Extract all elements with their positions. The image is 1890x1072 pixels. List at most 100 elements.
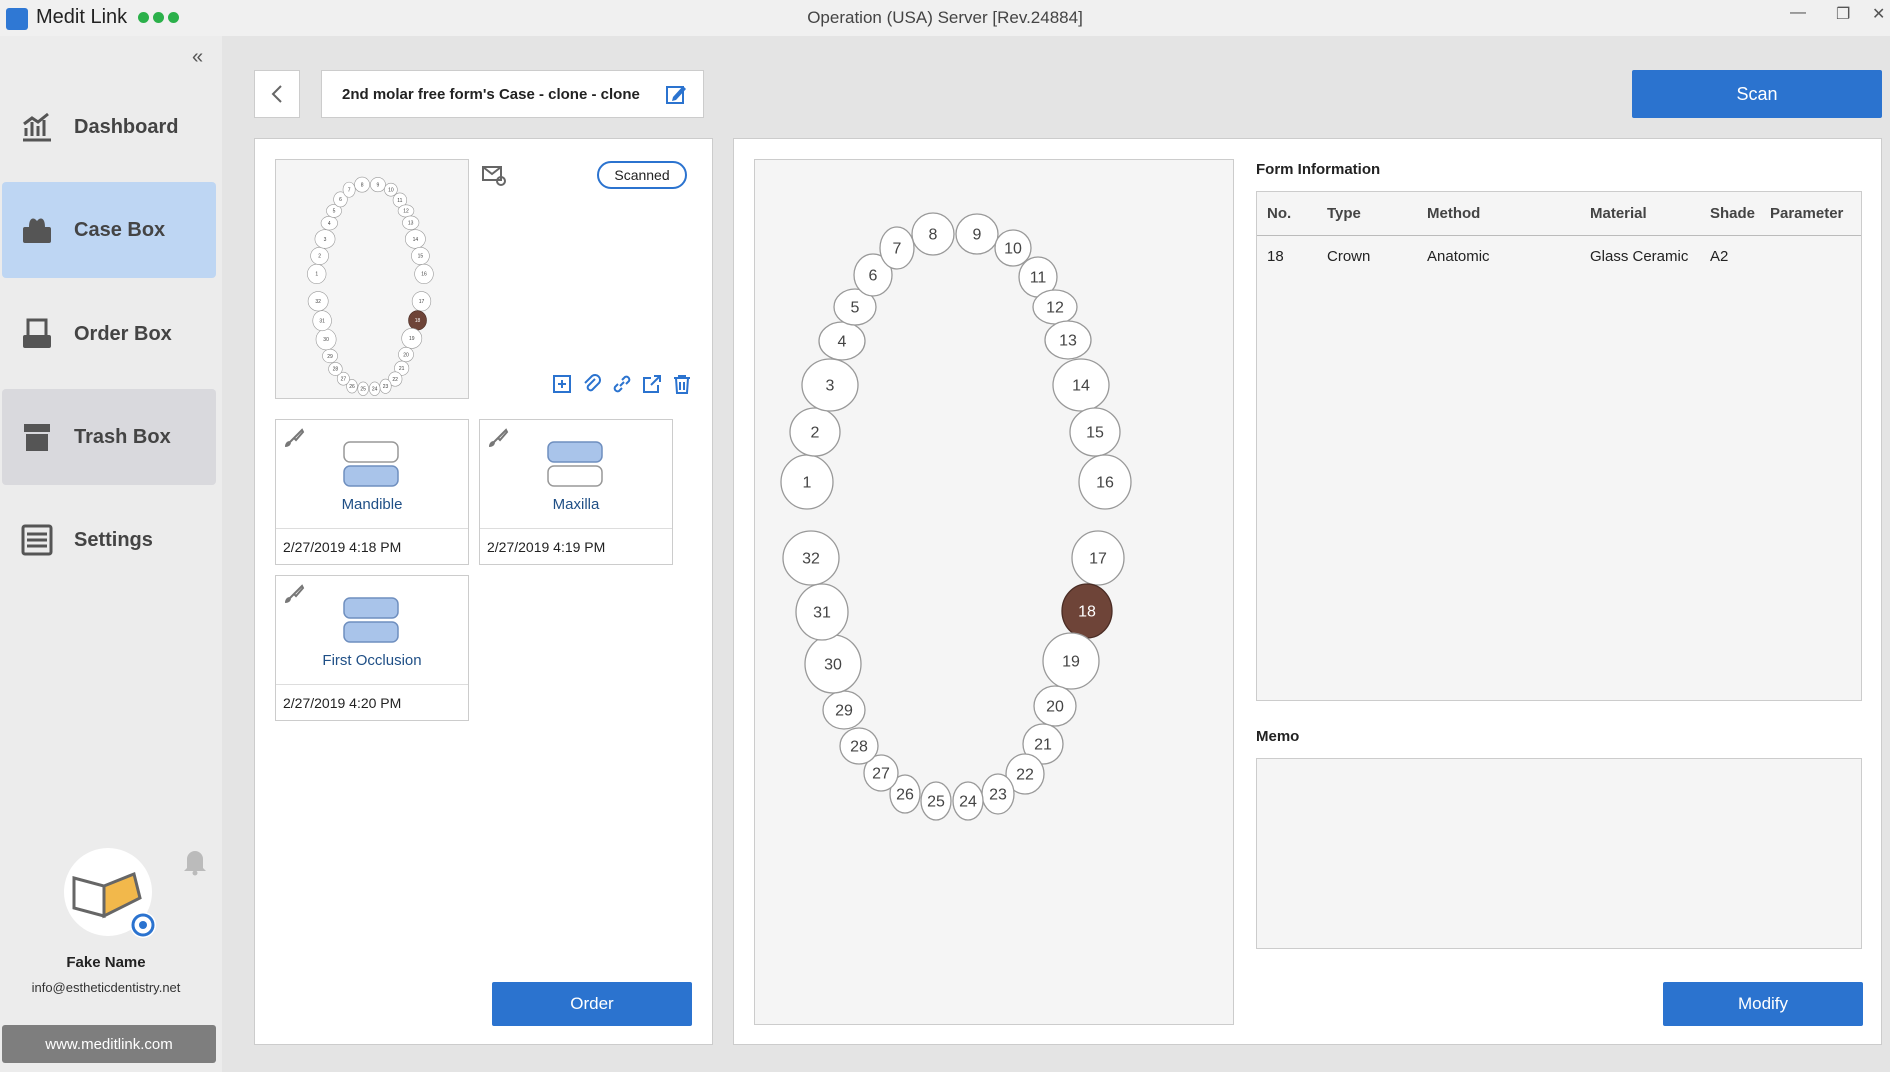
tooth-17[interactable]: 17 [411, 291, 432, 312]
tooth-28[interactable]: 28 [839, 727, 879, 765]
tooth-chart-svg: 12345678 91011121314151617181920212223242… [780, 212, 1132, 821]
mail-settings-icon[interactable] [481, 163, 507, 187]
tooth-25[interactable]: 25 [920, 781, 952, 821]
tooth-8[interactable]: 8 [354, 176, 370, 193]
attachment-icon[interactable] [581, 373, 603, 395]
sidebar-item-settings[interactable]: Settings [2, 492, 216, 588]
tooth-4[interactable]: 4 [320, 216, 338, 231]
scan-card-first-occlusion[interactable]: First Occlusion 2/27/2019 4:20 PM [275, 575, 469, 721]
order-button[interactable]: Order [492, 982, 692, 1026]
tooth-28[interactable]: 28 [328, 362, 343, 376]
sidebar-item-case-box[interactable]: Case Box [2, 182, 216, 278]
tooth-30[interactable]: 30 [804, 634, 862, 694]
tooth-label: 24 [372, 387, 378, 393]
tooth-15[interactable]: 15 [411, 246, 430, 265]
case-actions [551, 373, 693, 395]
tooth-8[interactable]: 8 [911, 212, 955, 256]
cell-type: Crown [1327, 247, 1371, 265]
tooth-32[interactable]: 32 [307, 291, 329, 312]
cell-shade: A2 [1710, 247, 1729, 265]
tooth-20[interactable]: 20 [398, 347, 414, 363]
tooth-14[interactable]: 14 [404, 229, 426, 249]
close-icon[interactable]: ✕ [1872, 4, 1885, 24]
sidebar-item-trash-box[interactable]: Trash Box [2, 389, 216, 485]
add-copy-icon[interactable] [551, 373, 573, 395]
tooth-23[interactable]: 23 [379, 378, 392, 394]
tooth-7[interactable]: 7 [879, 226, 915, 270]
tooth-label: 15 [418, 254, 424, 260]
tooth-18[interactable]: 18 [1061, 583, 1113, 639]
minimize-icon[interactable]: — [1790, 4, 1806, 22]
tooth-32[interactable]: 32 [782, 530, 840, 586]
tooth-1[interactable]: 1 [780, 454, 834, 510]
tooth-16[interactable]: 16 [414, 263, 434, 284]
sidebar-item-dashboard[interactable]: Dashboard [2, 79, 216, 175]
tooth-29[interactable]: 29 [822, 690, 866, 730]
export-icon[interactable] [641, 373, 663, 395]
scan-button[interactable]: Scan [1632, 70, 1882, 118]
website-link[interactable]: www.meditlink.com [2, 1025, 216, 1063]
tooth-9[interactable]: 9 [955, 213, 999, 255]
double-chevron-left-icon[interactable]: « [192, 46, 203, 69]
delete-icon[interactable] [671, 373, 693, 395]
tooth-3[interactable]: 3 [314, 229, 336, 249]
edit-icon[interactable] [665, 83, 687, 105]
tooth-chart-thumbnail[interactable]: 1 2 3 4 5 6 7 8 9 10 11 12 13 14 15 16 17 18 19 20 21 22 23 24 2… [275, 159, 469, 399]
tooth-label: 15 [1086, 425, 1104, 442]
restore-icon[interactable]: ❐ [1836, 4, 1850, 24]
tooth-31[interactable]: 31 [795, 583, 849, 641]
tooth-4[interactable]: 4 [818, 321, 866, 361]
table-row[interactable]: 18 Crown Anatomic Glass Ceramic A2 [1257, 236, 1861, 276]
tooth-7[interactable]: 7 [342, 181, 356, 198]
tooth-31[interactable]: 31 [312, 310, 332, 332]
tooth-29[interactable]: 29 [322, 348, 338, 364]
tooth-label: 20 [403, 352, 409, 358]
tooth-label: 26 [349, 384, 355, 390]
tooth-16[interactable]: 16 [1078, 454, 1132, 510]
tooth-12[interactable]: 12 [397, 204, 415, 218]
cell-no: 18 [1267, 247, 1284, 265]
scan-card-maxilla[interactable]: Maxilla 2/27/2019 4:19 PM [479, 419, 673, 565]
brush-icon[interactable] [282, 426, 306, 450]
notification-bell-icon[interactable] [180, 846, 210, 876]
tooth-3[interactable]: 3 [801, 358, 859, 412]
brush-icon[interactable] [282, 582, 306, 606]
occlusion-jaw-icon [343, 597, 399, 643]
tooth-9[interactable]: 9 [370, 177, 386, 193]
tooth-19[interactable]: 19 [1042, 632, 1100, 690]
tooth-label: 28 [333, 367, 339, 373]
tooth-14[interactable]: 14 [1052, 358, 1110, 412]
modify-button[interactable]: Modify [1663, 982, 1863, 1026]
tooth-24[interactable]: 24 [368, 381, 381, 396]
tooth-25[interactable]: 25 [357, 381, 369, 396]
back-button[interactable] [254, 70, 300, 118]
tooth-17[interactable]: 17 [1071, 530, 1125, 586]
tooth-label: 28 [850, 739, 868, 756]
form-information-title: Form Information [1256, 161, 1381, 178]
tooth-13[interactable]: 13 [1044, 320, 1092, 360]
tooth-label: 32 [802, 551, 820, 568]
memo-field[interactable] [1256, 758, 1862, 949]
tooth-label: 2 [811, 425, 820, 442]
tooth-23[interactable]: 23 [981, 773, 1015, 815]
tooth-30[interactable]: 30 [315, 328, 337, 351]
tooth-19[interactable]: 19 [401, 327, 423, 349]
scan-card-mandible[interactable]: Mandible 2/27/2019 4:18 PM [275, 419, 469, 565]
account-settings-gear-icon[interactable] [130, 912, 156, 938]
tooth-2[interactable]: 2 [310, 246, 329, 265]
tooth-10[interactable]: 10 [384, 182, 398, 197]
tooth-1[interactable]: 1 [307, 263, 327, 284]
tooth-2[interactable]: 2 [789, 407, 841, 457]
tooth-12[interactable]: 12 [1032, 289, 1078, 325]
case-title-field[interactable]: 2nd molar free form's Case - clone - clo… [321, 70, 704, 118]
tooth-10[interactable]: 10 [994, 229, 1032, 267]
tooth-15[interactable]: 15 [1069, 407, 1121, 457]
form-panel: 1 2 3 4 5 6 7 8 9 10 11 12 13 14 15 16 17 18 19 20 21 22 23 24 2… [733, 138, 1882, 1045]
sidebar-item-order-box[interactable]: Order Box [2, 286, 216, 382]
tooth-13[interactable]: 13 [402, 215, 420, 230]
link-icon[interactable] [611, 373, 633, 395]
tooth-24[interactable]: 24 [952, 781, 984, 821]
tooth-20[interactable]: 20 [1033, 685, 1077, 727]
brush-icon[interactable] [486, 426, 510, 450]
tooth-18[interactable]: 18 [408, 310, 427, 331]
